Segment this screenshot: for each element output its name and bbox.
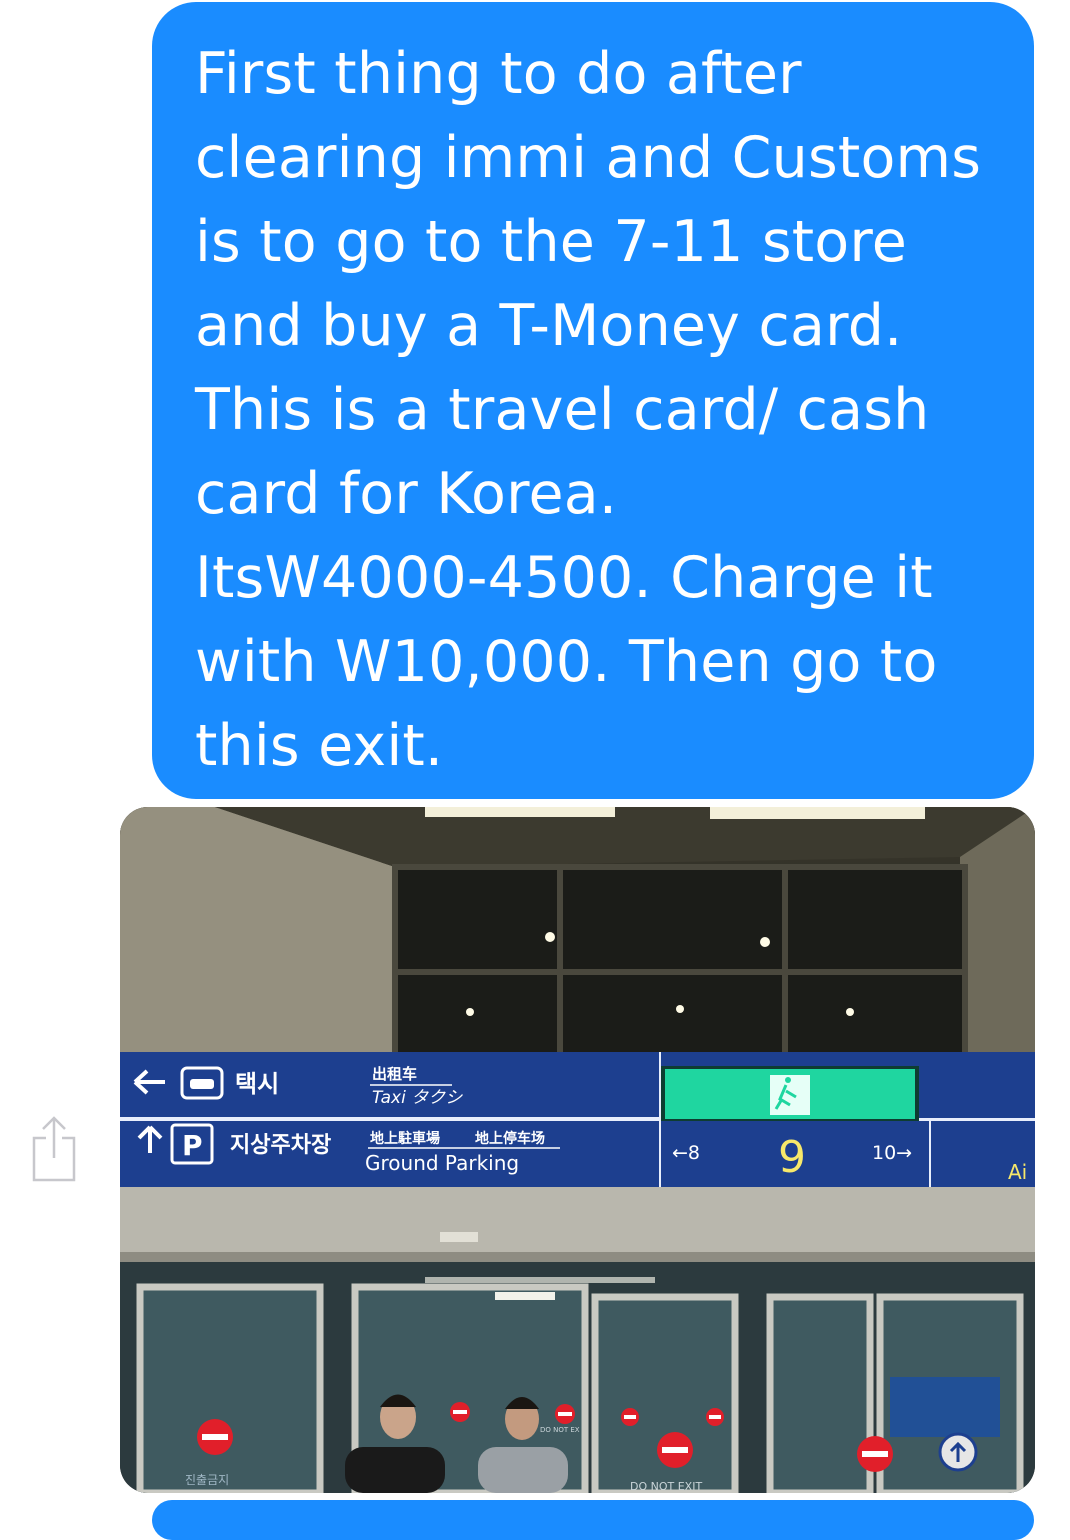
- sign-taxi-kr: 택시: [235, 1070, 279, 1098]
- message-bubble[interactable]: First thing to do after clearing immi an…: [152, 2, 1034, 799]
- door-do-not-exit: DO NOT EXIT: [630, 1480, 702, 1493]
- sign-parking-cn: 地上停车场: [475, 1130, 545, 1147]
- sign-parking-en: Ground Parking: [365, 1151, 519, 1175]
- sign-taxi-jp: Taxi タクシ: [372, 1088, 463, 1108]
- sign-gate-number: 9: [778, 1132, 806, 1183]
- svg-text:P: P: [182, 1129, 203, 1162]
- door-no-entry: 진출금지: [185, 1473, 229, 1487]
- exit-running-man-icon: [770, 1075, 810, 1115]
- sign-airport: Ai: [1008, 1160, 1027, 1184]
- exit-photo-scene: 택시 出租车 Taxi タクシ P 지상주차장 地上駐車場 地上停车场 Grou…: [120, 807, 1035, 1493]
- door-do-not-exit-small: DO NOT EX: [540, 1426, 580, 1434]
- message-text: First thing to do after clearing immi an…: [195, 41, 982, 779]
- sign-gate-right: 10→: [872, 1142, 912, 1164]
- sign-parking-jp: 地上駐車場: [370, 1130, 440, 1147]
- share-button[interactable]: [30, 1116, 78, 1182]
- sign-gate-left: ←8: [672, 1142, 700, 1164]
- next-message-bubble[interactable]: [152, 1500, 1034, 1540]
- sign-parking-kr: 지상주차장: [230, 1133, 331, 1158]
- share-icon: [32, 1116, 76, 1182]
- exit-photo[interactable]: 택시 出租车 Taxi タクシ P 지상주차장 地上駐車場 地上停车场 Grou…: [120, 807, 1035, 1493]
- sign-taxi-cn: 出租车: [372, 1065, 417, 1083]
